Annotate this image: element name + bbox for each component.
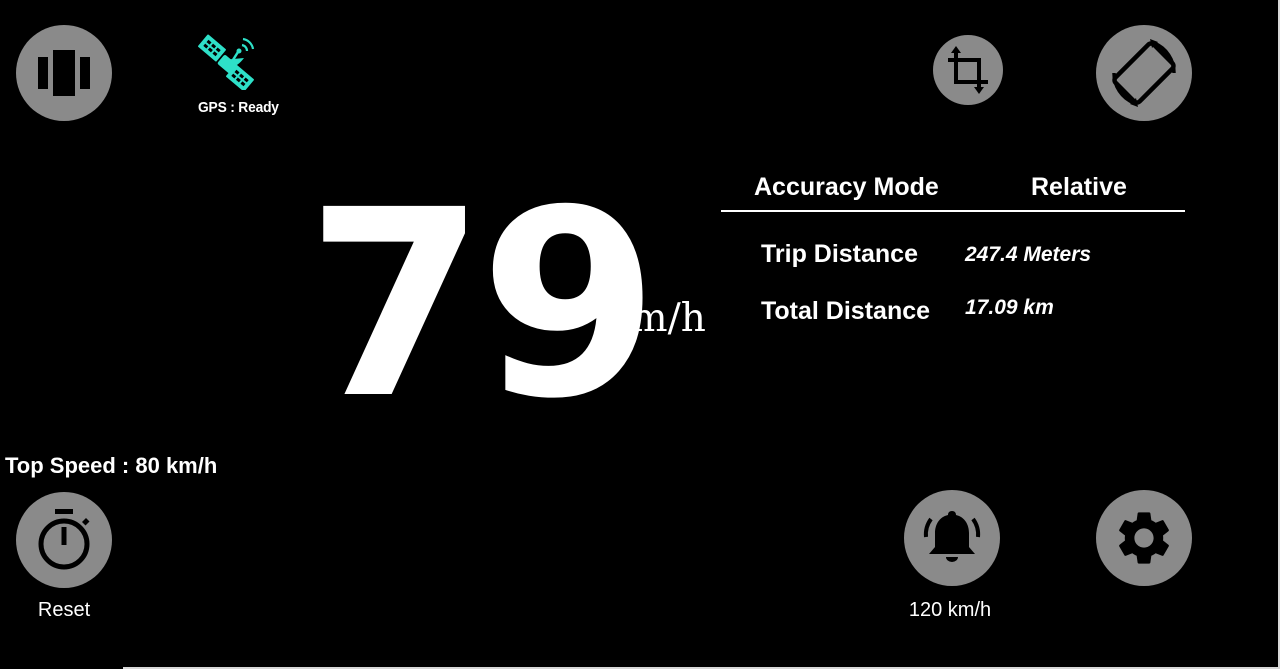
speed-alarm-limit-label: 120 km/h [908,599,992,621]
accuracy-mode-label: Accuracy Mode [754,173,939,201]
trip-distance-value: 247.4 Meters [965,243,1092,266]
current-speed-unit: km/h [607,296,706,341]
accuracy-mode-row[interactable]: Accuracy Mode Relative [721,172,1185,212]
reset-button[interactable] [16,492,112,588]
settings-button[interactable] [1096,490,1192,586]
speed-alarm-button[interactable] [904,490,1000,586]
total-distance-label: Total Distance [761,297,931,325]
screen-rotation-icon [1112,39,1176,107]
reset-label: Reset [37,599,91,621]
screen-rotation-button[interactable] [1096,25,1192,121]
layout-toggle-button[interactable] [16,25,112,121]
gear-icon [1119,512,1169,564]
crop-icon [948,46,988,94]
crop-button[interactable] [933,35,1003,105]
satellite-icon [198,34,255,90]
stopwatch-icon [38,509,90,570]
trip-distance-label: Trip Distance [761,240,918,268]
bell-ringing-icon [923,511,981,562]
total-distance-value: 17.09 km [965,296,1054,319]
gps-status [196,34,286,90]
view-carousel-icon [38,50,90,96]
accuracy-mode-value[interactable]: Relative [1031,173,1127,202]
current-speed-value: 79 [306,155,659,455]
top-speed-label: Top Speed : 80 km/h [5,453,218,478]
gps-status-label: GPS : Ready [198,99,279,116]
